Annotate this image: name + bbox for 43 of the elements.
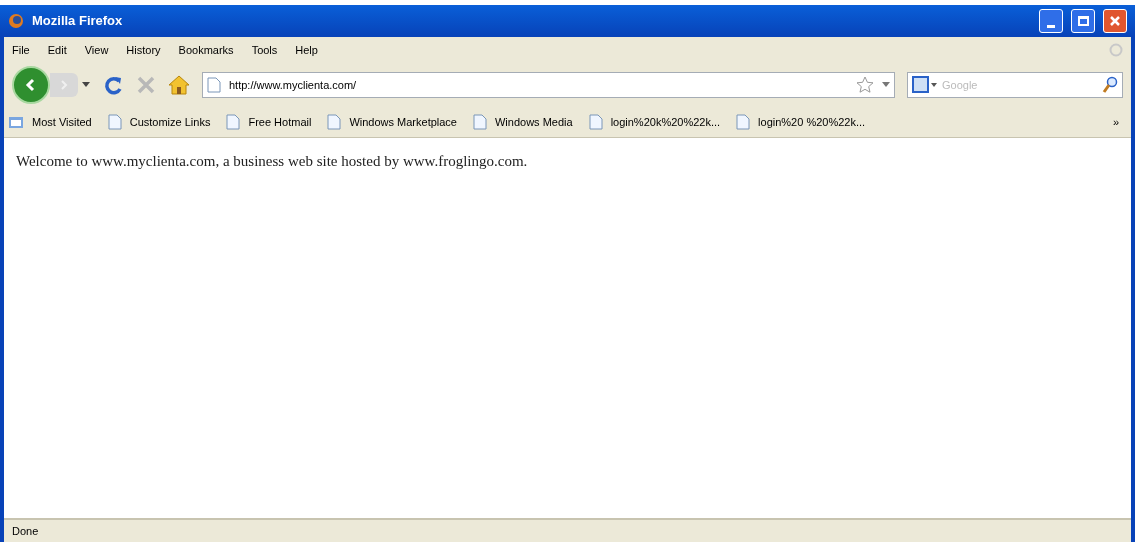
back-button[interactable] [12, 66, 50, 104]
page-icon [736, 114, 751, 130]
reload-icon[interactable] [102, 74, 124, 96]
minimize-button[interactable] [1039, 9, 1063, 33]
close-icon [1109, 15, 1121, 27]
menu-item[interactable]: Bookmarks [178, 41, 234, 59]
address-bar[interactable]: http://www.myclienta.com/ [202, 72, 895, 98]
search-icon[interactable] [1102, 76, 1118, 94]
bookmark-item[interactable]: Customize Links [129, 113, 211, 131]
dropdown-arrow-icon[interactable] [882, 82, 890, 88]
throbber-icon [1109, 43, 1123, 57]
menu-item[interactable]: Tools [251, 41, 278, 59]
page-icon [226, 114, 241, 130]
search-bar[interactable]: Google [907, 72, 1123, 98]
maximize-button[interactable] [1071, 9, 1095, 33]
menu-item[interactable]: History [126, 41, 161, 59]
search-field[interactable]: Google [942, 76, 1098, 94]
menu-item[interactable]: View [84, 41, 109, 59]
page-icon [207, 77, 221, 93]
bookmark-item[interactable]: Free Hotmail [248, 113, 312, 131]
bookmark-item[interactable]: login%20k%20%22k... [610, 113, 721, 131]
status-text: Done [12, 523, 39, 539]
page-text: Welcome to www.myclienta.com, a business web site hosted by www.froglingo.com. [16, 152, 529, 171]
dropdown-arrow-icon[interactable] [82, 82, 90, 88]
home-icon[interactable] [168, 75, 190, 95]
menu-item[interactable]: File [12, 41, 30, 59]
overflow-chevron[interactable]: » [1112, 113, 1119, 131]
page-icon [473, 114, 487, 130]
menu-item[interactable]: Help [295, 41, 318, 59]
bookmark-item[interactable]: login%20 %20%22k... [758, 113, 866, 131]
search-engine-icon[interactable] [912, 76, 938, 94]
close-button[interactable] [1103, 9, 1127, 33]
page-icon [327, 114, 342, 130]
page-icon [588, 114, 603, 130]
address-text: http://www.myclienta.com/ [229, 77, 358, 93]
page-icon [107, 114, 122, 130]
menu-item[interactable]: Edit [47, 41, 67, 59]
app-icon [8, 13, 24, 29]
bookmark-item[interactable]: Most Visited [32, 113, 92, 131]
star-icon[interactable] [856, 76, 874, 94]
window-title: Mozilla Firefox [32, 12, 123, 31]
bookmark-item[interactable]: Windows Media [495, 113, 573, 131]
bookmark-item[interactable]: Windows Marketplace [349, 113, 457, 131]
